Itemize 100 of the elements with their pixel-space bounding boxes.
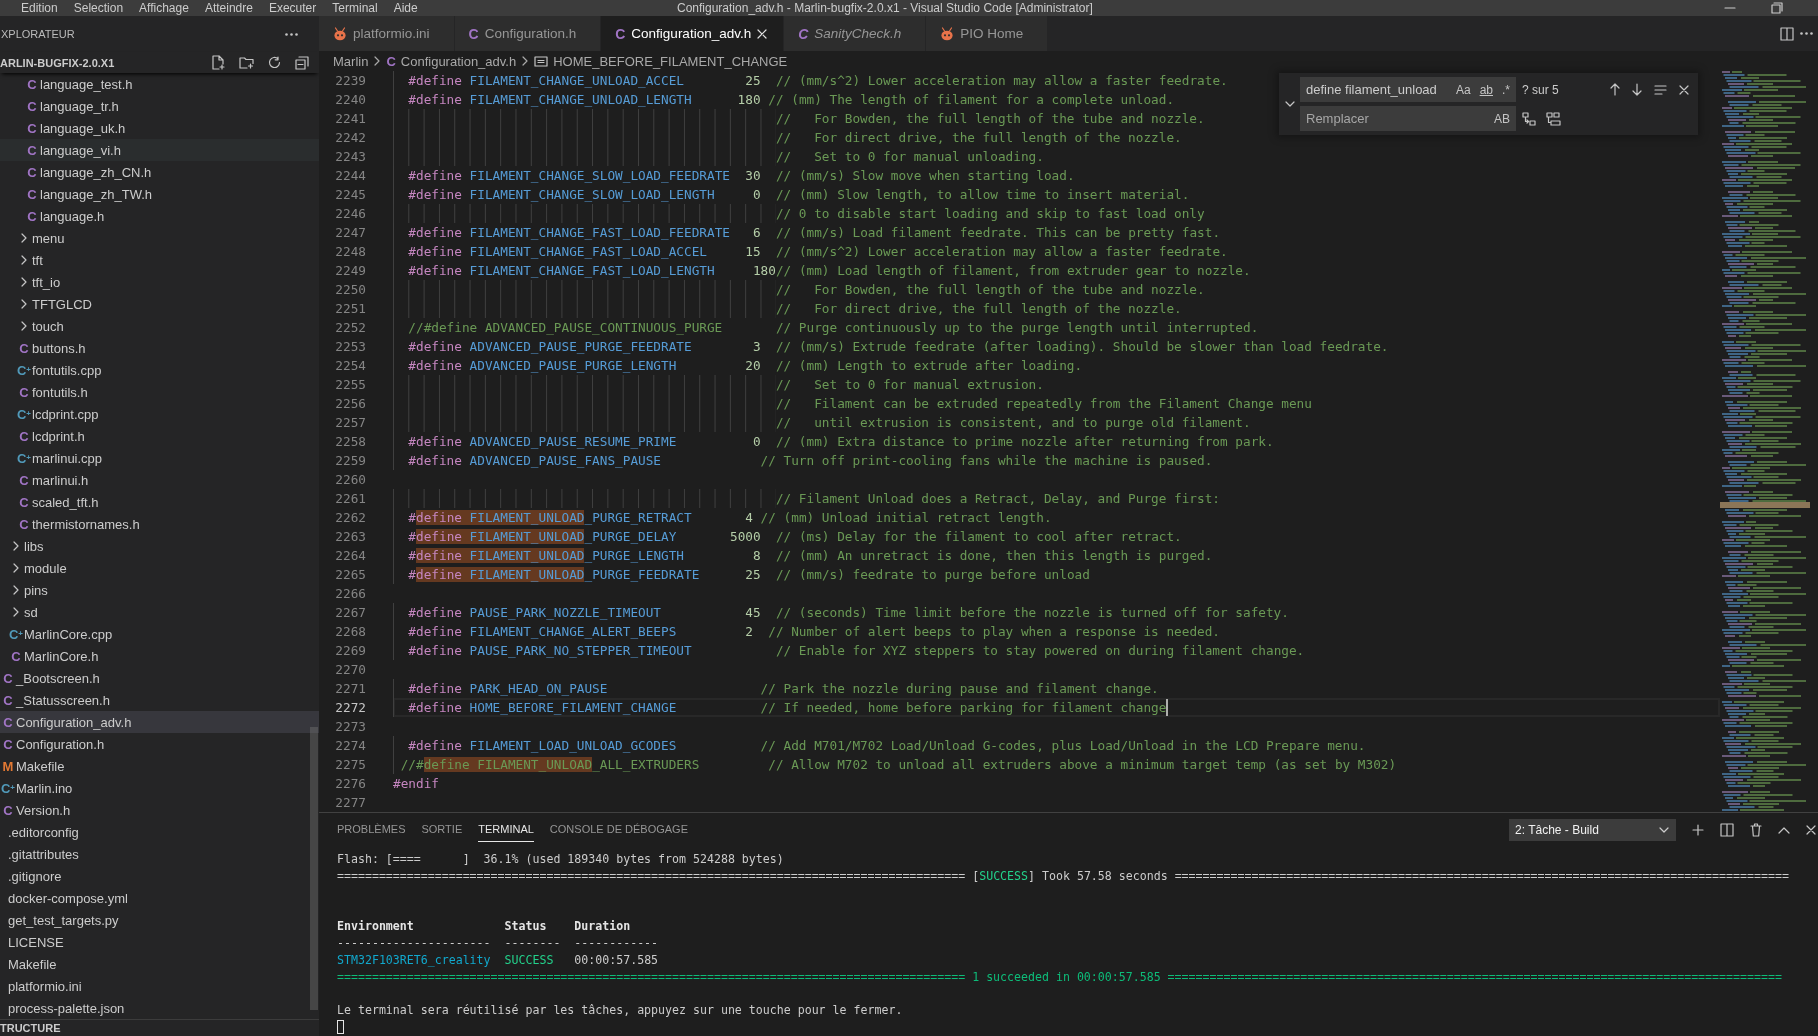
panel-tab[interactable]: TERMINAL [478, 818, 534, 842]
tree-item[interactable]: TFTGLCD [16, 293, 92, 315]
breadcrumb-item[interactable]: HOME_BEFORE_FILAMENT_CHANGE [534, 53, 788, 69]
breadcrumb-item[interactable]: C Configuration_adv.h [386, 53, 517, 69]
tree-item[interactable]: C Configuration.h [0, 733, 105, 755]
match-case-toggle[interactable]: Aa [1451, 79, 1475, 100]
chevron-down-icon[interactable] [1284, 101, 1295, 107]
tree-item[interactable]: C fontutils.h [16, 381, 88, 403]
replace-icon[interactable] [1522, 111, 1536, 126]
chevron-right-icon[interactable] [21, 299, 27, 309]
tree-item[interactable]: C _Statusscreen.h [0, 689, 110, 711]
tree-item[interactable]: sd [8, 601, 38, 623]
tree-item[interactable]: C buttons.h [16, 337, 86, 359]
replace-all-icon[interactable] [1546, 111, 1561, 126]
panel-tab[interactable]: SORTIE [421, 818, 463, 842]
chevron-right-icon[interactable] [13, 541, 19, 551]
tree-item[interactable]: module [8, 557, 67, 579]
tree-item[interactable]: process-palette.json [8, 997, 125, 1019]
breadcrumb-item[interactable]: Marlin [333, 53, 369, 69]
tree-item[interactable]: docker-compose.yml [8, 887, 128, 909]
restore-icon[interactable] [1771, 2, 1783, 14]
close-icon[interactable] [1806, 825, 1816, 835]
tree-item[interactable]: C language_vi.h [0, 139, 319, 161]
more-icon[interactable] [285, 32, 298, 36]
plus-icon[interactable] [1692, 824, 1704, 836]
chevron-right-icon[interactable] [21, 233, 27, 243]
refresh-icon[interactable] [268, 56, 281, 69]
tree-item[interactable]: .gitignore [8, 865, 62, 887]
tree-item[interactable]: menu [16, 227, 65, 249]
tree-item[interactable]: C language_zh_CN.h [24, 161, 152, 183]
whole-word-toggle[interactable]: ab [1475, 79, 1497, 100]
tree-item[interactable]: C lcdprint.h [16, 425, 85, 447]
scrollbar-thumb[interactable] [310, 727, 318, 1010]
tree-item[interactable]: .gitattributes [8, 843, 79, 865]
tree-item[interactable]: pins [8, 579, 48, 601]
arrow-up-icon[interactable] [1610, 83, 1620, 96]
trash-icon[interactable] [1750, 823, 1762, 837]
find-input[interactable]: define filament_unload Aa ab .* [1300, 77, 1516, 102]
menubar-entry[interactable]: Selection [65, 0, 132, 16]
menubar-entry[interactable]: Edition [13, 0, 66, 16]
replace-input[interactable]: Remplacer AB [1300, 106, 1516, 131]
editor-tab[interactable]: C Configuration.h [454, 16, 602, 51]
new-folder-icon[interactable] [239, 56, 254, 69]
tree-item[interactable]: C thermistornames.h [16, 513, 140, 535]
new-file-icon[interactable] [212, 55, 225, 70]
tree-item[interactable]: touch [16, 315, 64, 337]
tree-item[interactable]: C$^{+}$MarlinCore.cpp [8, 623, 113, 645]
regex-toggle[interactable]: .* [1498, 79, 1514, 100]
split-editor-icon[interactable] [1720, 823, 1734, 837]
chevron-right-icon[interactable] [21, 277, 27, 287]
tree-item[interactable]: tft [16, 249, 43, 271]
tree-item[interactable]: libs [8, 535, 44, 557]
tree-item[interactable]: C$^{+}$marlinui.cpp [16, 447, 103, 469]
chevron-right-icon[interactable] [13, 585, 19, 595]
tree-item[interactable]: platformio.ini [8, 975, 82, 997]
task-dropdown[interactable]: 2: Tâche - Build [1509, 819, 1676, 841]
panel-tab[interactable]: CONSOLE DE DÉBOGAGE [549, 818, 688, 842]
close-icon[interactable] [757, 28, 768, 39]
tree-item[interactable]: C Configuration_adv.h [0, 711, 319, 733]
menubar-entry[interactable]: Aide [385, 0, 426, 16]
tree-item[interactable]: C language_zh_TW.h [24, 183, 153, 205]
tree-item[interactable]: C language_test.h [24, 73, 133, 95]
arrow-down-icon[interactable] [1632, 83, 1642, 96]
chevron-up-icon[interactable] [1778, 826, 1790, 834]
tree-item[interactable]: M Makefile [0, 755, 65, 777]
lines-icon[interactable] [1654, 84, 1667, 95]
panel-tab[interactable]: PROBLÈMES [337, 818, 406, 842]
more-icon[interactable] [1800, 32, 1813, 35]
collapse-all-icon[interactable] [295, 55, 309, 70]
split-editor-icon[interactable] [1780, 26, 1794, 41]
editor-tab[interactable]: C SanityCheck.h [784, 16, 927, 51]
tree-item[interactable]: C Version.h [0, 799, 71, 821]
tree-item[interactable]: C language_uk.h [24, 117, 126, 139]
editor-tab[interactable]: C Configuration_adv.h [601, 16, 785, 51]
chevron-right-icon[interactable] [21, 255, 27, 265]
project-title[interactable]: ARLIN-BUGFIX-2.0.X1 [0, 56, 115, 69]
tree-item[interactable]: LICENSE [8, 931, 64, 953]
editor-tab[interactable]: PIO Home [926, 16, 1049, 51]
tree-item[interactable]: C MarlinCore.h [8, 645, 99, 667]
editor-tab[interactable]: platformio.ini [319, 16, 455, 51]
tree-item[interactable]: C$^{+}$lcdprint.cpp [16, 403, 99, 425]
menubar-entry[interactable]: Atteindre [196, 0, 261, 16]
tree-item[interactable]: .editorconfig [8, 821, 79, 843]
tree-item[interactable]: C _Bootscreen.h [0, 667, 100, 689]
tree-item[interactable]: Makefile [8, 953, 57, 975]
preserve-case-toggle[interactable]: AB [1490, 108, 1514, 129]
chevron-right-icon[interactable] [21, 321, 27, 331]
menubar-entry[interactable]: Affichage [131, 0, 197, 16]
tree-item[interactable]: C$^{+}$fontutils.cpp [16, 359, 102, 381]
close-icon[interactable] [1679, 84, 1689, 95]
section-header[interactable]: TRUCTURE [0, 1022, 61, 1034]
chevron-right-icon[interactable] [13, 607, 19, 617]
chevron-right-icon[interactable] [13, 563, 19, 573]
tree-item[interactable]: tft_io [16, 271, 61, 293]
menubar-entry[interactable]: Terminal [324, 0, 386, 16]
tree-item[interactable]: C marlinui.h [16, 469, 89, 491]
tree-item[interactable]: C$^{+}$Marlin.ino [0, 777, 73, 799]
tree-item[interactable]: C language.h [24, 205, 105, 227]
tree-item[interactable]: C language_tr.h [24, 95, 119, 117]
menubar-entry[interactable]: Executer [260, 0, 325, 16]
